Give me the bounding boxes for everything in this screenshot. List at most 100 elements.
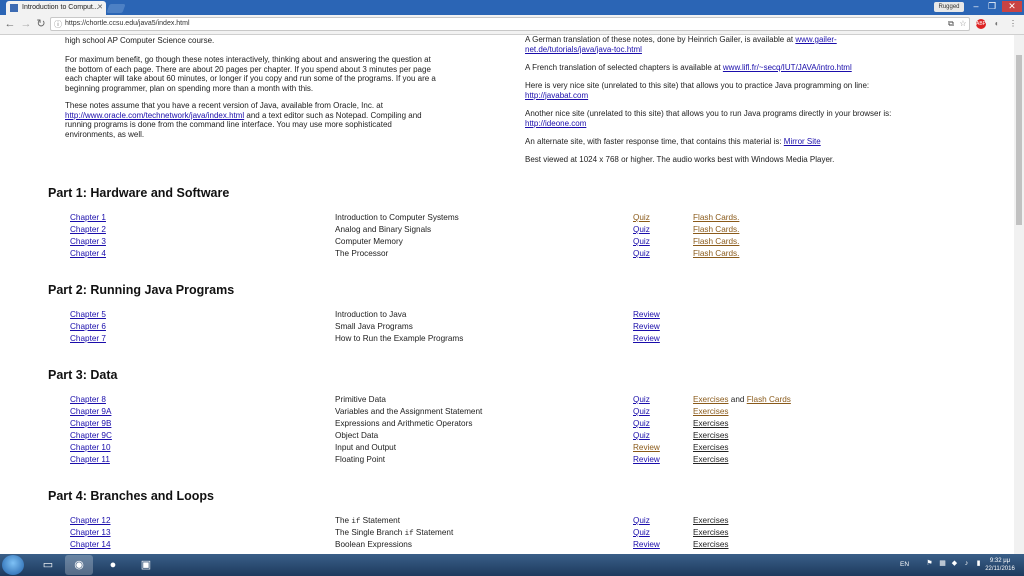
- chapter-link[interactable]: Chapter 13: [70, 527, 111, 539]
- table-row: Chapter 1 Introduction to Computer Syste…: [0, 212, 1014, 224]
- chapter-link[interactable]: Chapter 5: [70, 309, 106, 321]
- review-link[interactable]: Review: [633, 321, 660, 333]
- chapter-link[interactable]: Chapter 9A: [70, 406, 111, 418]
- chapter-topic: How to Run the Example Programs: [335, 334, 464, 343]
- ideone-link[interactable]: http://ideone.com: [525, 119, 586, 128]
- file-explorer-icon[interactable]: ▭: [34, 555, 62, 575]
- quiz-link[interactable]: Quiz: [633, 224, 650, 236]
- quiz-link[interactable]: Quiz: [633, 394, 650, 406]
- chapter-link[interactable]: Chapter 3: [70, 236, 106, 248]
- exercises-link[interactable]: Exercises: [693, 430, 729, 442]
- tab-active[interactable]: Introduction to Comput... ✕: [6, 1, 106, 15]
- review-link[interactable]: Review: [633, 539, 660, 551]
- flash-cards-link[interactable]: Flash Cards.: [693, 224, 739, 236]
- and-text: and: [728, 395, 747, 404]
- chapter-link[interactable]: Chapter 4: [70, 248, 106, 260]
- profile-button[interactable]: Rugged: [934, 2, 964, 12]
- tray-network-icon[interactable]: ▦: [938, 559, 947, 568]
- start-button[interactable]: [2, 555, 24, 575]
- quiz-link[interactable]: Quiz: [633, 527, 650, 539]
- tray-app-icon[interactable]: ◆: [950, 559, 959, 568]
- flash-cards-link[interactable]: Flash Cards.: [693, 248, 739, 260]
- extension-icon[interactable]: ◐: [992, 19, 1002, 29]
- chapter-link[interactable]: Chapter 10: [70, 442, 111, 454]
- chapter-link[interactable]: Chapter 2: [70, 224, 106, 236]
- chapter-link[interactable]: Chapter 12: [70, 515, 111, 527]
- tab-close-icon[interactable]: ✕: [97, 1, 103, 15]
- german-text: A German translation of these notes, don…: [525, 35, 796, 44]
- oracle-link[interactable]: http://www.oracle.com/technetwork/java/i…: [65, 111, 244, 120]
- minimize-button[interactable]: –: [968, 1, 984, 12]
- scrollbar-thumb[interactable]: [1016, 55, 1022, 225]
- review-link[interactable]: Review: [633, 454, 660, 466]
- tray-flag-icon[interactable]: ⚑: [925, 559, 934, 568]
- javabat-desc: Here is very nice site (unrelated to thi…: [525, 81, 870, 90]
- browser-toolbar: ← → ↻ ⓘ https://chortle.ccsu.edu/java5/i…: [0, 15, 1024, 35]
- quiz-link[interactable]: Quiz: [633, 212, 650, 224]
- flash-cards-link[interactable]: Flash Cards.: [693, 236, 739, 248]
- adblock-icon[interactable]: ABP: [976, 19, 986, 29]
- chapter-link[interactable]: Chapter 9C: [70, 430, 112, 442]
- address-bar[interactable]: ⓘ https://chortle.ccsu.edu/java5/index.h…: [50, 17, 970, 31]
- quiz-link[interactable]: Quiz: [633, 248, 650, 260]
- chrome-icon[interactable]: ◉: [65, 555, 93, 575]
- quiz-link[interactable]: Quiz: [633, 236, 650, 248]
- page-scrollbar[interactable]: [1014, 35, 1024, 554]
- tray-volume-icon[interactable]: ♪: [962, 559, 971, 568]
- review-link[interactable]: Review: [633, 442, 660, 454]
- app-window-icon[interactable]: ▣: [132, 555, 160, 575]
- table-row: Chapter 11 Floating Point Review Exercis…: [0, 454, 1014, 466]
- table-row: Chapter 14 Boolean Expressions Review Ex…: [0, 539, 1014, 551]
- quiz-link[interactable]: Quiz: [633, 515, 650, 527]
- chapter-topic: Analog and Binary Signals: [335, 225, 432, 234]
- topic-text: Statement: [413, 528, 454, 537]
- chapter-link[interactable]: Chapter 6: [70, 321, 106, 333]
- table-row: Chapter 8 Primitive Data Quiz Exercises …: [0, 394, 1014, 406]
- clock-date: 22/11/2016: [985, 566, 1015, 572]
- forward-arrow-icon[interactable]: →: [19, 17, 33, 31]
- tab-title: Introduction to Comput...: [22, 4, 99, 11]
- exercises-link[interactable]: Exercises: [693, 442, 729, 454]
- review-link[interactable]: Review: [633, 309, 660, 321]
- browser-titlebar: Introduction to Comput... ✕ Rugged – ❐ ✕: [0, 0, 1024, 15]
- exercises-link[interactable]: Exercises: [693, 418, 729, 430]
- exercises-link[interactable]: Exercises: [693, 406, 729, 418]
- close-window-button[interactable]: ✕: [1002, 1, 1022, 12]
- best-viewed-text: Best viewed at 1024 x 768 or higher. The…: [525, 155, 835, 164]
- exercises-link[interactable]: Exercises: [693, 395, 729, 404]
- chapter-link[interactable]: Chapter 7: [70, 333, 106, 345]
- flash-cards-link[interactable]: Flash Cards.: [693, 212, 739, 224]
- system-clock[interactable]: 9:32 μμ 22/11/2016: [982, 557, 1018, 573]
- topic-text: Statement: [360, 516, 401, 525]
- firefox-icon[interactable]: ●: [99, 555, 127, 575]
- chapter-link[interactable]: Chapter 14: [70, 539, 111, 551]
- menu-icon[interactable]: ⋮: [1008, 19, 1018, 29]
- mirror-site-link[interactable]: Mirror Site: [784, 137, 821, 146]
- part-4-heading: Part 4: Branches and Loops: [48, 489, 215, 503]
- chapter-link[interactable]: Chapter 8: [70, 394, 106, 406]
- exercises-link[interactable]: Exercises: [693, 515, 729, 527]
- quiz-link[interactable]: Quiz: [633, 418, 650, 430]
- chapter-link[interactable]: Chapter 1: [70, 212, 106, 224]
- reload-icon[interactable]: ↻: [34, 17, 48, 31]
- new-tab-button[interactable]: [106, 4, 126, 13]
- exercises-link[interactable]: Exercises: [693, 454, 729, 466]
- review-link[interactable]: Review: [633, 333, 660, 345]
- chapter-link[interactable]: Chapter 9B: [70, 418, 111, 430]
- quiz-link[interactable]: Quiz: [633, 430, 650, 442]
- bookmark-star-icon[interactable]: ☆: [958, 19, 968, 29]
- back-arrow-icon[interactable]: ←: [3, 17, 17, 31]
- quiz-link[interactable]: Quiz: [633, 406, 650, 418]
- exercises-link[interactable]: Exercises: [693, 539, 729, 551]
- chapter-link[interactable]: Chapter 11: [70, 454, 110, 466]
- exercises-link[interactable]: Exercises: [693, 527, 729, 539]
- language-indicator[interactable]: EN: [900, 554, 909, 576]
- address-bar-url[interactable]: https://chortle.ccsu.edu/java5/index.htm…: [65, 18, 190, 30]
- flash-cards-link[interactable]: Flash Cards: [747, 395, 791, 404]
- page-info-icon[interactable]: ⓘ: [54, 19, 62, 30]
- translate-icon[interactable]: ⧉: [946, 19, 956, 29]
- javabat-link[interactable]: http://javabat.com: [525, 91, 588, 100]
- maximize-button[interactable]: ❐: [984, 1, 1000, 12]
- french-translation-link[interactable]: www.lifl.fr/~secq/IUT/JAVA/intro.html: [723, 63, 852, 72]
- table-row: Chapter 3 Computer Memory Quiz Flash Car…: [0, 236, 1014, 248]
